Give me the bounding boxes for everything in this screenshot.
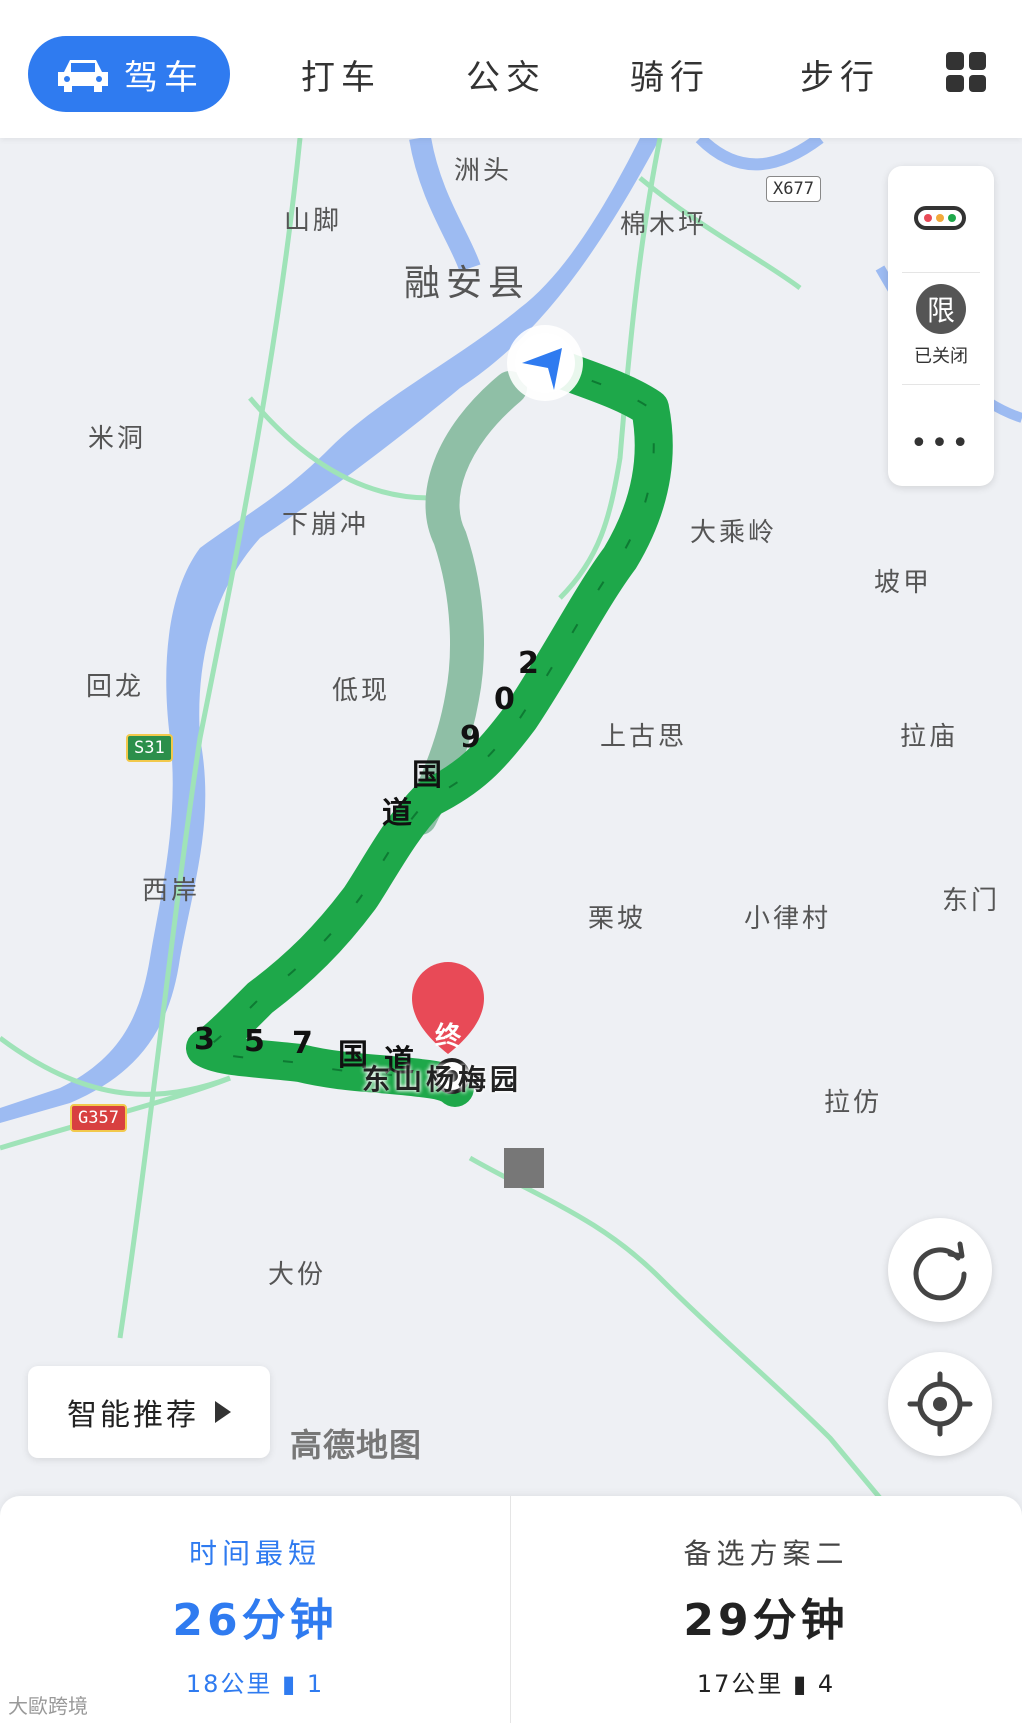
- road-badge-x677: X677: [766, 176, 821, 202]
- route-option-duration: 29分钟: [683, 1595, 849, 1646]
- place-mianmuping: 棉木坪: [620, 210, 708, 240]
- place-dachengling: 大乘岭: [690, 518, 778, 548]
- route-label-char: 道: [382, 796, 412, 831]
- place-shanjiao: 山脚: [284, 206, 343, 236]
- refresh-button[interactable]: [888, 1218, 992, 1322]
- place-rongan-county: 融安县: [404, 263, 531, 304]
- mode-tab-bar: 驾车 打车 公交 骑行 步行: [0, 0, 1022, 138]
- route-option-distance: 17公里: [696, 1670, 784, 1698]
- more-modes-grid-icon[interactable]: [946, 52, 986, 92]
- route-label-char: 0: [494, 682, 515, 717]
- play-triangle-icon: [215, 1401, 231, 1423]
- route-label-char: 3: [194, 1022, 215, 1057]
- place-dafen: 大份: [268, 1260, 327, 1290]
- place-dongmen: 东门: [942, 886, 1001, 916]
- traffic-limit-icon[interactable]: 限: [916, 284, 966, 334]
- map-control-panel: 限 已关闭 •••: [888, 166, 994, 486]
- tab-cycling-label: 骑行: [630, 57, 710, 98]
- tab-transit[interactable]: 公交: [436, 36, 576, 112]
- place-lafang: 拉仿: [824, 1088, 883, 1118]
- tab-taxi[interactable]: 打车: [276, 36, 406, 112]
- place-digong: 低现: [332, 676, 391, 706]
- place-midong: 米洞: [88, 424, 147, 454]
- place-xian: 西岸: [142, 876, 201, 906]
- route-option-fastest[interactable]: 时间最短 26分钟 18公里 ▮ 1: [0, 1496, 510, 1723]
- route-option-label: 备选方案二: [683, 1537, 849, 1570]
- tab-cycling[interactable]: 骑行: [600, 36, 740, 112]
- place-xiaolvcun: 小律村: [744, 904, 832, 934]
- place-xiabengchong: 下崩冲: [282, 510, 370, 540]
- tab-drive-label: 驾车: [124, 57, 204, 98]
- tab-walking-label: 步行: [800, 57, 880, 98]
- map-view[interactable]: 洲头 山脚 棉木坪 融安县 米洞 下崩冲 大乘岭 坡甲 回龙 低现 上古思 拉庙…: [0, 138, 1022, 1498]
- destination-name[interactable]: 东山杨梅园: [362, 1058, 522, 1098]
- traffic-light-count-icon: ▮: [282, 1670, 298, 1698]
- route-label-char: 5: [244, 1024, 265, 1059]
- place-shanggusi: 上古思: [600, 722, 688, 752]
- blurred-marker: [504, 1148, 544, 1188]
- route-option-duration: 26分钟: [172, 1595, 338, 1646]
- route-label-char: 2: [518, 646, 539, 681]
- road-badge-s31: S31: [126, 734, 173, 762]
- place-zhoutou: 洲头: [454, 156, 513, 186]
- route-label-char: 7: [292, 1026, 313, 1061]
- tab-transit-label: 公交: [466, 57, 546, 98]
- route-option-lights: 1: [306, 1670, 325, 1698]
- place-pojia: 坡甲: [874, 568, 933, 598]
- map-canvas: [0, 138, 1022, 1498]
- more-options-button[interactable]: •••: [888, 426, 994, 461]
- route-option-label: 时间最短: [188, 1537, 321, 1570]
- place-lamiao: 拉庙: [900, 722, 959, 752]
- smart-recommend-label: 智能推荐: [67, 1398, 199, 1433]
- place-lipo: 栗坡: [588, 904, 647, 934]
- route-option-lights: 4: [817, 1670, 836, 1698]
- smart-recommend-button[interactable]: 智能推荐: [28, 1366, 270, 1458]
- route-label-char: 9: [460, 720, 481, 755]
- place-huilong: 回龙: [86, 672, 145, 702]
- car-icon: [58, 60, 108, 92]
- tab-drive[interactable]: 驾车: [28, 36, 230, 112]
- locate-button[interactable]: [888, 1352, 992, 1456]
- road-badge-g357: G357: [70, 1104, 127, 1132]
- traffic-light-icon[interactable]: [914, 206, 966, 230]
- route-label-char: 国: [412, 758, 442, 793]
- locate-crosshair-icon: [907, 1371, 973, 1437]
- watermark: 大歐跨境: [8, 1694, 88, 1718]
- refresh-icon: [913, 1241, 967, 1301]
- traffic-limit-status: 已关闭: [914, 346, 968, 367]
- tab-walking[interactable]: 步行: [770, 36, 910, 112]
- tab-taxi-label: 打车: [301, 57, 381, 98]
- route-option-info: 17公里 ▮ 4: [511, 1664, 1021, 1699]
- destination-marker-label: 终: [434, 1022, 461, 1052]
- amap-logo: 高德地图: [290, 1426, 423, 1464]
- route-option-distance: 18公里: [185, 1670, 273, 1698]
- traffic-light-count-icon: ▮: [793, 1670, 809, 1698]
- route-options-panel: 时间最短 26分钟 18公里 ▮ 1 备选方案二 29分钟 17公里 ▮ 4: [0, 1496, 1022, 1723]
- route-option-alternative[interactable]: 备选方案二 29分钟 17公里 ▮ 4: [511, 1496, 1021, 1723]
